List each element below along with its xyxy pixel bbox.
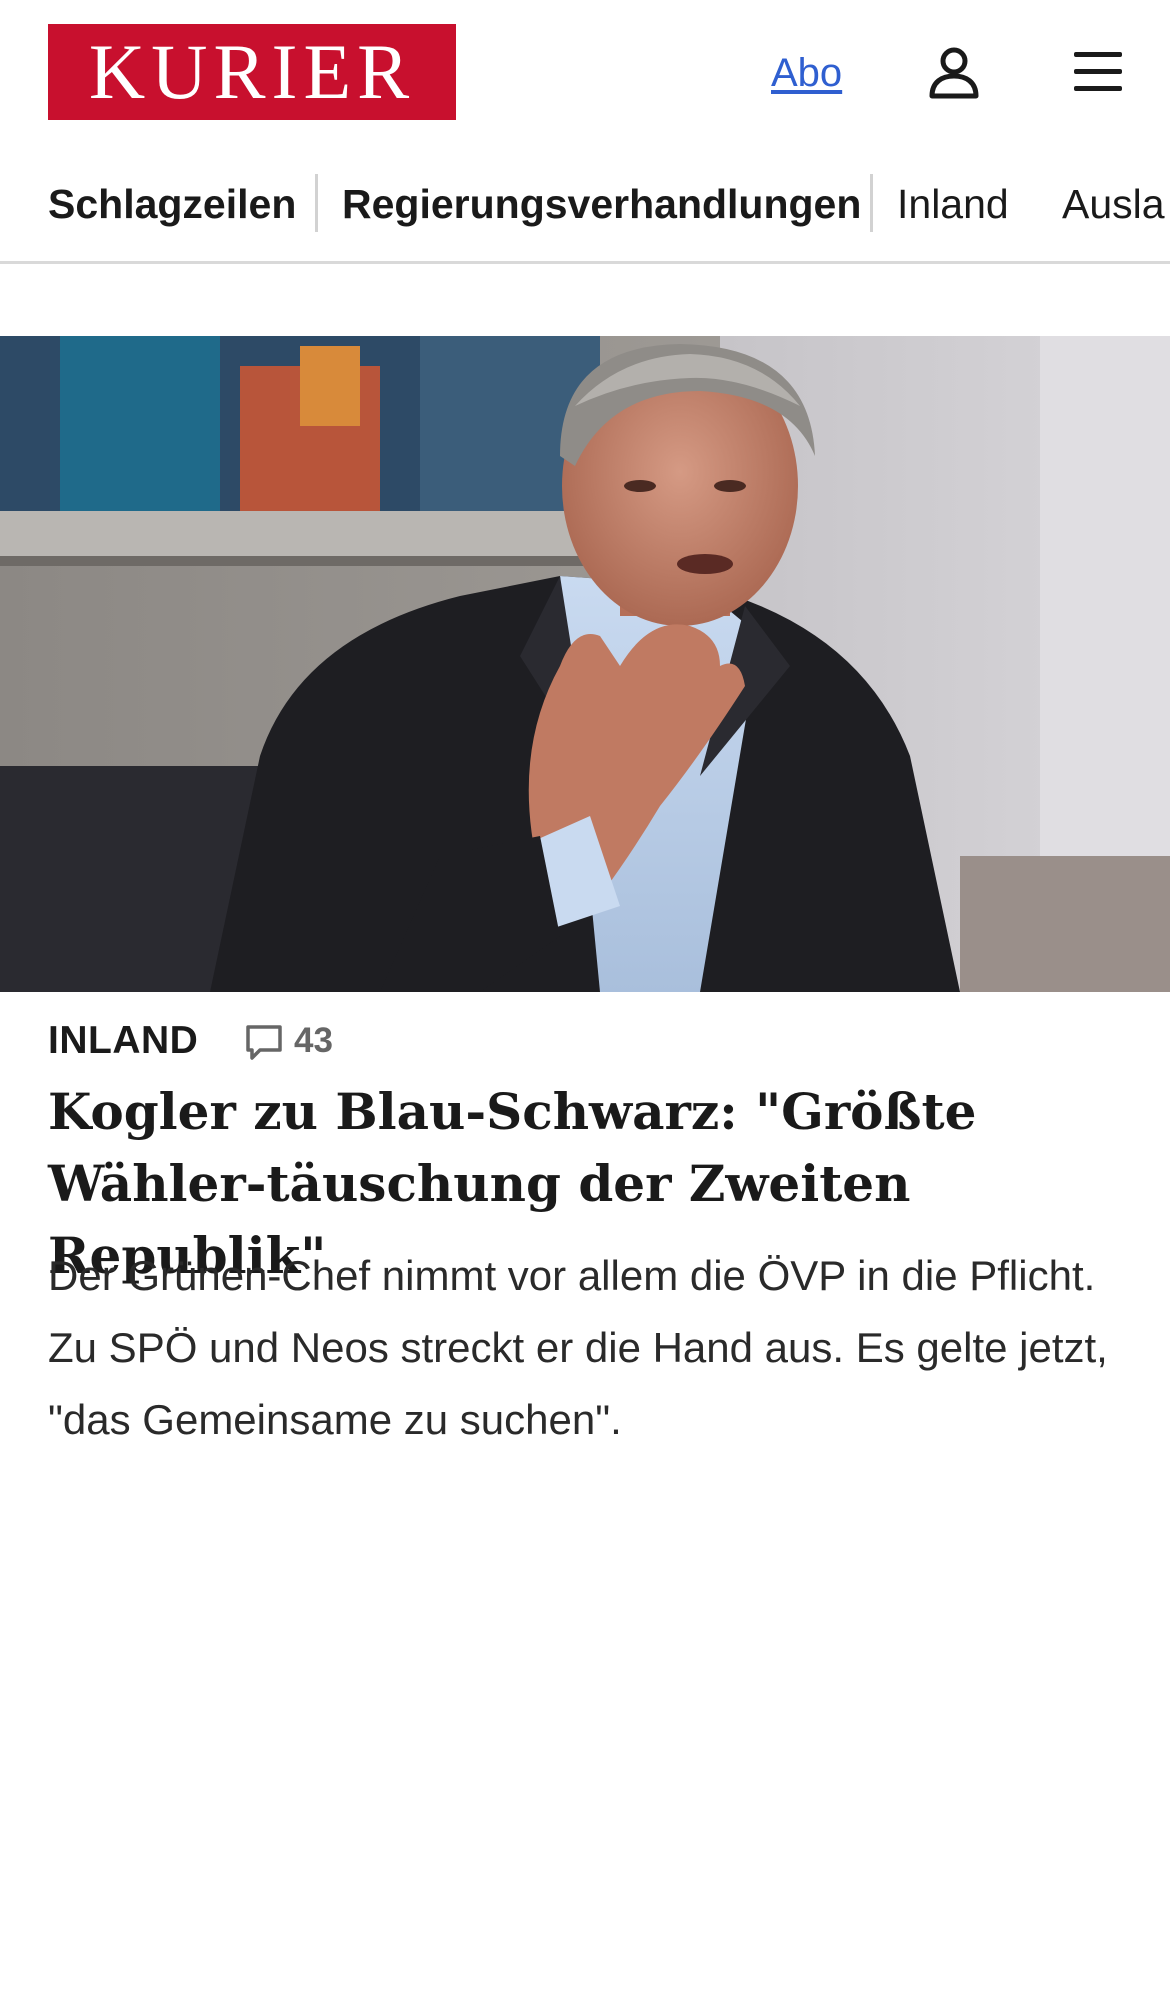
main-menu-button[interactable] bbox=[1070, 46, 1126, 98]
nav-item-ausland[interactable]: Ausla bbox=[1062, 176, 1165, 232]
nav-item-schlagzeilen[interactable]: Schlagzeilen bbox=[48, 176, 296, 232]
site-header: KURIER Abo bbox=[0, 0, 1170, 145]
category-label[interactable]: INLAND bbox=[48, 1016, 198, 1066]
article-meta: INLAND 43 bbox=[48, 1012, 648, 1068]
nav-divider bbox=[315, 174, 318, 232]
nav-divider bbox=[870, 174, 873, 232]
section-navigation: Schlagzeilen Regierungsverhandlungen Inl… bbox=[0, 160, 1170, 264]
article-teaser: Der Grünen-Chef nimmt vor allem die ÖVP … bbox=[48, 1252, 1108, 1443]
user-account-button[interactable] bbox=[926, 44, 982, 100]
hero-photo bbox=[0, 336, 1170, 992]
speech-bubble-icon[interactable] bbox=[244, 1022, 284, 1062]
hamburger-menu-icon bbox=[1074, 52, 1122, 91]
nav-item-regierungsverhandlungen[interactable]: Regierungsverhandlungen bbox=[342, 176, 861, 232]
nav-item-inland[interactable]: Inland bbox=[897, 176, 1009, 232]
kurier-logo[interactable]: KURIER bbox=[48, 24, 456, 120]
comment-count[interactable]: 43 bbox=[294, 1018, 333, 1064]
article-hero-image[interactable] bbox=[0, 336, 1170, 992]
user-icon bbox=[929, 47, 979, 99]
abo-link[interactable]: Abo bbox=[771, 48, 842, 98]
